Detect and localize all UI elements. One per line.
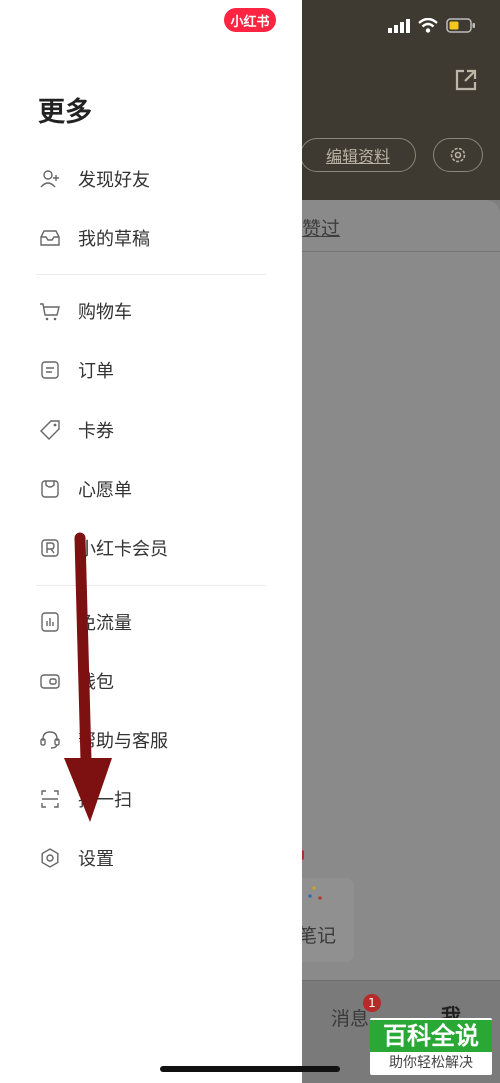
- cart-icon: [38, 299, 62, 323]
- menu-item-label: 免流量: [78, 613, 132, 634]
- tab-liked[interactable]: 赞过: [302, 214, 340, 241]
- watermark-logo: 百科全说 助你轻松解决: [370, 1018, 492, 1075]
- share-icon[interactable]: [452, 66, 480, 94]
- status-bar: [388, 18, 476, 33]
- wishlist-icon: [38, 477, 62, 501]
- menu-item-coupons[interactable]: 卡券: [38, 410, 278, 450]
- membership-icon: [38, 536, 62, 560]
- scan-icon: [38, 787, 62, 811]
- menu-item-label: 设置: [78, 849, 114, 870]
- gear-icon: [450, 147, 466, 163]
- menu-item-label: 钱包: [78, 672, 114, 693]
- menu-item-label: 发现好友: [78, 170, 150, 191]
- menu-item-label: 卡券: [78, 421, 114, 442]
- menu-item-support[interactable]: 帮助与客服: [38, 720, 278, 760]
- profile-settings-button[interactable]: [433, 138, 483, 172]
- menu-item-label: 订单: [78, 361, 114, 382]
- menu-item-data-free[interactable]: 免流量: [38, 602, 278, 642]
- battery-icon: [446, 18, 475, 33]
- menu-item-wallet[interactable]: 钱包: [38, 661, 278, 701]
- menu-item-label: 心愿单: [78, 480, 132, 501]
- home-indicator: [160, 1066, 340, 1072]
- nav-messages[interactable]: 消息: [331, 1004, 369, 1031]
- data-free-icon: [38, 610, 62, 634]
- menu-item-drafts[interactable]: 我的草稿: [38, 218, 278, 258]
- menu-item-find-friends[interactable]: 发现好友: [38, 159, 278, 199]
- wallet-icon: [38, 669, 62, 693]
- menu-item-label: 购物车: [78, 302, 132, 323]
- edit-profile-button[interactable]: 编辑资料: [300, 138, 416, 172]
- watermark-subtitle: 助你轻松解决: [389, 1055, 473, 1071]
- menu-item-label: 扫一扫: [78, 790, 132, 811]
- note-card-label: 笔记: [298, 925, 337, 947]
- order-icon: [38, 358, 62, 382]
- menu-item-membership[interactable]: 小红卡会员: [38, 528, 278, 568]
- menu-item-label: 小红卡会员: [78, 539, 168, 560]
- wifi-icon: [418, 18, 438, 33]
- menu-divider: [36, 585, 266, 586]
- sparkle-icon: [308, 886, 322, 900]
- menu-item-settings[interactable]: 设置: [38, 838, 278, 878]
- signal-icon: [388, 18, 410, 33]
- messages-badge: 1: [363, 994, 381, 1012]
- support-icon: [38, 728, 62, 752]
- coupon-icon: [38, 418, 62, 442]
- menu-item-wishlist[interactable]: 心愿单: [38, 469, 278, 509]
- menu-item-label: 我的草稿: [78, 229, 150, 250]
- side-drawer: 小红书 更多 发现好友 我的草稿 购物车 订单 卡券 心愿单 小红卡会员 免流量…: [0, 0, 302, 1083]
- drafts-icon: [38, 226, 62, 250]
- brand-logo: 小红书: [224, 8, 276, 32]
- menu-item-orders[interactable]: 订单: [38, 350, 278, 390]
- menu-divider: [36, 274, 266, 275]
- watermark-title: 百科全说: [370, 1020, 492, 1052]
- add-friend-icon: [38, 167, 62, 191]
- drawer-title: 更多: [38, 97, 92, 128]
- menu-item-label: 帮助与客服: [78, 731, 168, 752]
- settings-icon: [38, 846, 62, 870]
- menu-item-scan[interactable]: 扫一扫: [38, 779, 278, 819]
- menu-item-cart[interactable]: 购物车: [38, 291, 278, 331]
